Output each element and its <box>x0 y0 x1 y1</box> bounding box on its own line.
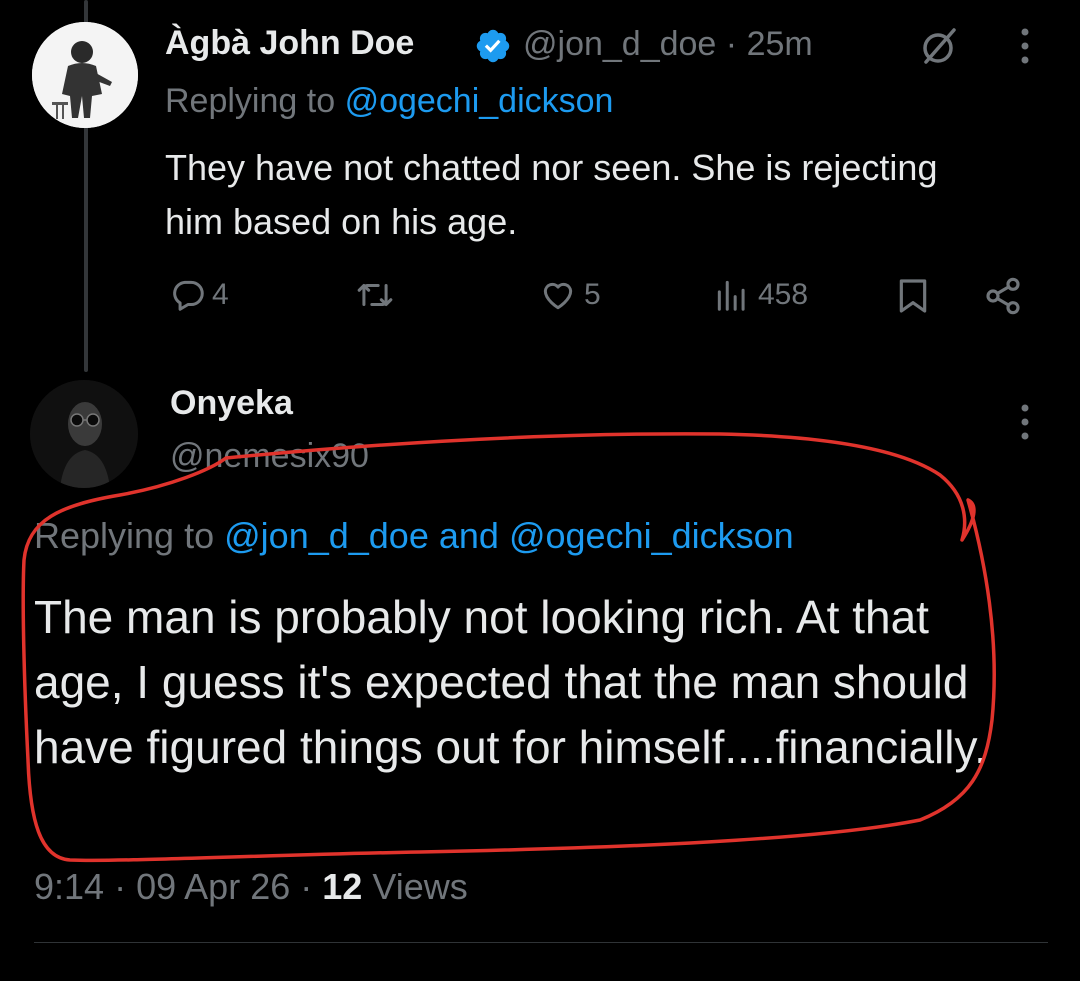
replying-prefix: Replying to <box>165 82 336 120</box>
views-count: 12 <box>322 866 363 907</box>
more-icon[interactable] <box>1020 26 1030 66</box>
tweet-date[interactable]: 09 Apr 26 <box>136 866 290 907</box>
timestamp[interactable]: 25m <box>747 25 813 63</box>
views-button[interactable]: 458 <box>712 276 808 314</box>
separator: · <box>725 25 738 63</box>
reply-count: 4 <box>212 278 229 311</box>
mention-link[interactable]: @jon_d_doe <box>224 515 429 556</box>
mention-link[interactable]: @ogechi_dickson <box>509 515 794 556</box>
replying-and: and <box>438 515 499 556</box>
repost-icon <box>357 283 393 307</box>
avatar[interactable] <box>30 380 138 488</box>
more-icon[interactable] <box>1020 402 1030 442</box>
tweet-text: The man is probably not looking rich. At… <box>34 591 987 773</box>
handle[interactable]: @jon_d_doe <box>523 25 716 63</box>
tweet-footer: 9:14 · 09 Apr 26 · 12 Views <box>34 866 468 908</box>
share-icon[interactable] <box>982 276 1024 316</box>
separator: · <box>300 866 313 907</box>
repost-button[interactable] <box>353 276 397 314</box>
replying-prefix: Replying to <box>34 515 215 556</box>
divider <box>34 942 1048 943</box>
separator: · <box>114 866 127 907</box>
views-icon <box>717 280 745 311</box>
reply-icon <box>173 280 204 311</box>
tweet-text: They have not chatted nor seen. She is r… <box>165 147 938 242</box>
views-count: 458 <box>758 278 809 311</box>
replying-to: Replying to @jon_d_doe and @ogechi_dicks… <box>34 515 794 557</box>
bookmark-icon[interactable] <box>893 276 933 316</box>
avatar-photo-icon <box>30 380 138 488</box>
display-name[interactable]: Àgbà John Doe <box>165 24 414 63</box>
replying-to: Replying to @ogechi_dickson <box>165 82 613 121</box>
views-label: Views <box>372 866 468 907</box>
handle[interactable]: @nemesix90 <box>170 437 369 476</box>
tweet-meta: @jon_d_doe · 25m <box>523 25 813 64</box>
mention-link[interactable]: @ogechi_dickson <box>345 82 614 120</box>
verified-badge-icon <box>476 29 510 63</box>
like-button[interactable]: 5 <box>538 276 601 314</box>
display-name[interactable]: Onyeka <box>170 384 293 423</box>
avatar-photo-icon <box>32 22 138 128</box>
like-count: 5 <box>584 278 601 311</box>
reply-button[interactable]: 4 <box>168 276 229 314</box>
like-icon <box>543 282 573 310</box>
tweet-time[interactable]: 9:14 <box>34 866 104 907</box>
grok-icon[interactable] <box>918 26 962 66</box>
avatar[interactable] <box>32 22 138 128</box>
